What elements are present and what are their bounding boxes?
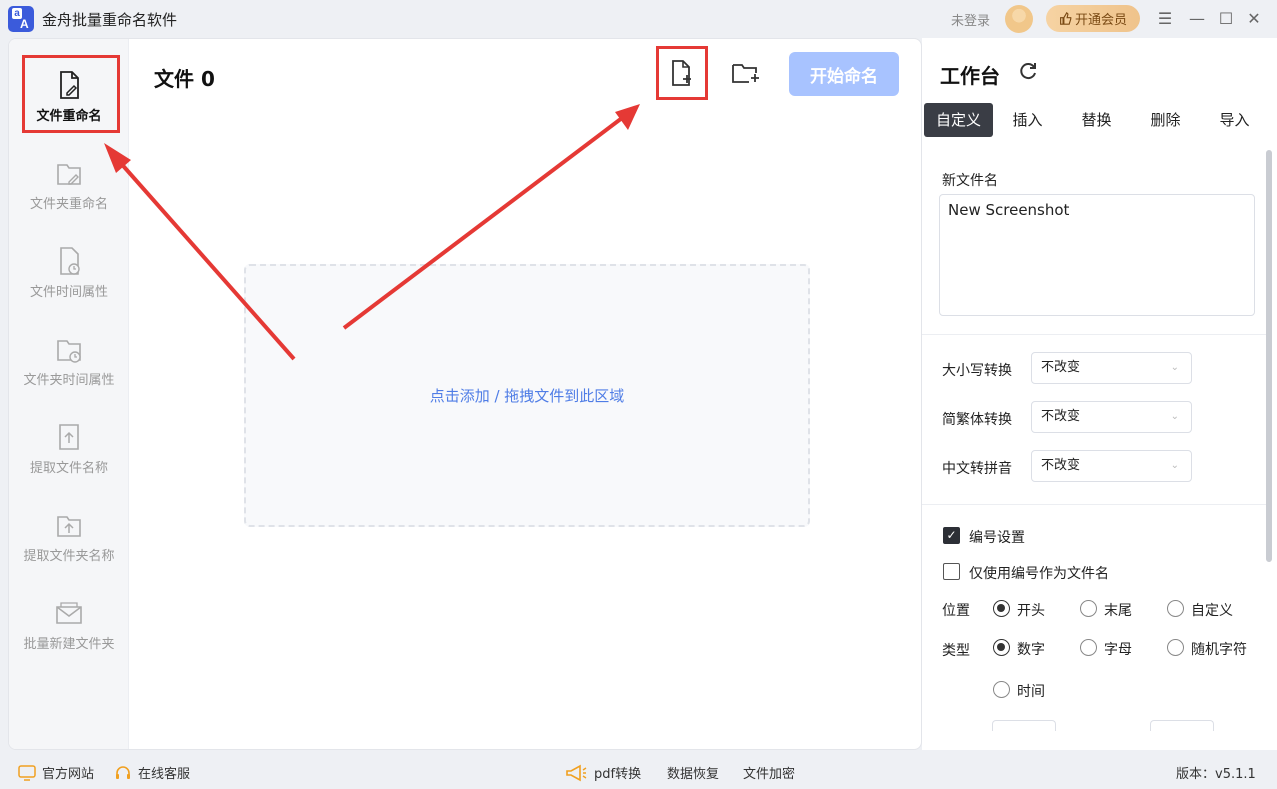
encrypt-link[interactable]: 文件加密 [743, 763, 795, 782]
position-option-label: 自定义 [1191, 603, 1233, 619]
sidebar-item-extract-folder[interactable]: 提取文件夹名称 [9, 509, 129, 589]
divider [922, 504, 1267, 505]
position-radio-end[interactable] [1080, 600, 1097, 617]
menu-icon[interactable]: ☰ [1154, 8, 1176, 30]
app-logo-icon: aA [8, 6, 34, 32]
type-option-label: 时间 [1017, 684, 1045, 700]
type-radio-number[interactable] [993, 639, 1010, 656]
sidebar: 文件重命名 文件夹重命名 文件时间属性 文件夹时间属性 提取文件名称 提取文件夹… [9, 39, 129, 749]
type-option-label: 数字 [1017, 642, 1045, 658]
workbench-scrollbar[interactable] [1266, 150, 1272, 562]
website-icon [18, 764, 36, 781]
new-name-input[interactable]: New Screenshot [939, 194, 1255, 316]
pinyin-select[interactable]: 不改变 ⌄ [1031, 450, 1192, 482]
type-label: 类型 [942, 643, 970, 659]
recovery-link[interactable]: 数据恢复 [667, 763, 719, 782]
dropzone-text: 点击添加 / 拖拽文件到此区域 [429, 387, 625, 405]
highlight-box-add-file [656, 46, 708, 100]
main-panel: 文件重命名 文件夹重命名 文件时间属性 文件夹时间属性 提取文件名称 提取文件夹… [8, 38, 922, 750]
megaphone-icon [566, 764, 587, 781]
sidebar-item-folder-time[interactable]: 文件夹时间属性 [9, 333, 129, 413]
minimize-icon[interactable]: — [1186, 8, 1208, 30]
chevron-down-icon: ⌄ [1170, 411, 1179, 422]
folder-clock-icon [57, 340, 81, 363]
position-radio-custom[interactable] [1167, 600, 1184, 617]
tab-replace[interactable]: 替换 [1062, 103, 1131, 137]
file-clock-icon [60, 247, 80, 275]
tab-delete[interactable]: 删除 [1131, 103, 1200, 137]
vip-button[interactable]: 开通会员 [1046, 5, 1140, 32]
add-folder-button[interactable] [725, 53, 765, 93]
sidebar-item-file-time[interactable]: 文件时间属性 [9, 245, 129, 325]
pinyin-label: 中文转拼音 [942, 461, 1012, 477]
folder-upload-icon [57, 516, 81, 537]
chevron-down-icon: ⌄ [1170, 460, 1179, 471]
type-radio-letter[interactable] [1080, 639, 1097, 656]
type-option-label: 随机字符 [1191, 642, 1247, 658]
start-rename-button[interactable]: 开始命名 [789, 52, 899, 96]
workbench-content: 新文件名 New Screenshot 大小写转换 不改变 ⌄ 简繁体转换 不改变… [922, 141, 1277, 731]
tab-insert[interactable]: 插入 [993, 103, 1062, 137]
workbench-title: 工作台 [940, 64, 1000, 88]
version-text: 版本：v5.1.1 [1176, 767, 1256, 782]
position-option-label: 开头 [1017, 603, 1045, 619]
folder-edit-icon [57, 164, 81, 185]
maximize-icon[interactable]: ☐ [1215, 8, 1237, 30]
sidebar-item-extract-file[interactable]: 提取文件名称 [9, 421, 129, 501]
sidebar-item-folder-rename[interactable]: 文件夹重命名 [9, 157, 129, 237]
headset-icon [116, 765, 130, 779]
numbering-label: 编号设置 [969, 530, 1025, 546]
trad-select[interactable]: 不改变 ⌄ [1031, 401, 1192, 433]
file-upload-icon [59, 424, 79, 450]
type-option-label: 字母 [1104, 642, 1132, 658]
type-radio-time[interactable] [993, 681, 1010, 698]
position-radio-start[interactable] [993, 600, 1010, 617]
tab-custom[interactable]: 自定义 [924, 103, 993, 137]
case-select[interactable]: 不改变 ⌄ [1031, 352, 1192, 384]
login-link[interactable]: 未登录 [951, 10, 990, 29]
sidebar-item-batch-folder[interactable]: 批量新建文件夹 [9, 597, 129, 677]
workbench-panel: 工作台 自定义 插入 替换 删除 导入 新文件名 New Screenshot … [922, 38, 1277, 750]
number-step-input[interactable] [1150, 720, 1214, 731]
highlight-box-sidebar [22, 55, 120, 133]
files-count-title: 文件 0 [154, 67, 215, 91]
footer-bar: 官方网站 在线客服 pdf转换 数据恢复 文件加密 版本：v5.1.1 [0, 752, 1277, 789]
chevron-down-icon: ⌄ [1170, 362, 1179, 373]
service-link[interactable]: 在线客服 [114, 763, 190, 782]
website-link[interactable]: 官方网站 [18, 763, 94, 782]
only-number-checkbox[interactable] [943, 563, 960, 580]
case-label: 大小写转换 [942, 363, 1012, 379]
trad-label: 简繁体转换 [942, 412, 1012, 428]
title-bar: aA 金舟批量重命名软件 未登录 开通会员 ☰ — ☐ ✕ [0, 0, 1277, 38]
thumb-up-icon [1060, 12, 1072, 25]
add-folder-icon [732, 64, 759, 83]
new-name-label: 新文件名 [942, 173, 998, 189]
position-option-label: 末尾 [1104, 603, 1132, 619]
refresh-icon[interactable] [1017, 60, 1039, 82]
number-start-input[interactable] [992, 720, 1056, 731]
position-label: 位置 [942, 603, 970, 619]
app-title: 金舟批量重命名软件 [42, 11, 178, 29]
divider [922, 334, 1267, 335]
numbering-checkbox[interactable]: ✓ [943, 527, 960, 544]
pdf-link[interactable]: pdf转换 [564, 763, 641, 782]
folder-mail-icon [56, 602, 82, 624]
tab-import[interactable]: 导入 [1200, 103, 1269, 137]
workbench-tabs: 自定义 插入 替换 删除 导入 [924, 103, 1269, 137]
avatar[interactable] [1005, 5, 1033, 33]
only-number-label: 仅使用编号作为文件名 [969, 566, 1109, 582]
close-icon[interactable]: ✕ [1243, 8, 1265, 30]
type-radio-random[interactable] [1167, 639, 1184, 656]
file-dropzone[interactable]: 点击添加 / 拖拽文件到此区域 [244, 264, 810, 527]
